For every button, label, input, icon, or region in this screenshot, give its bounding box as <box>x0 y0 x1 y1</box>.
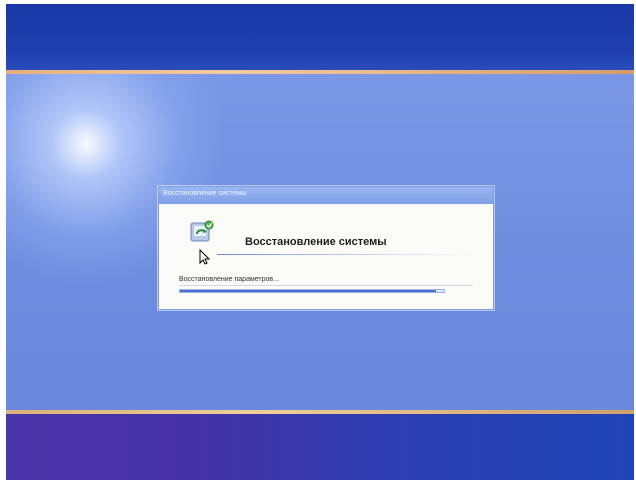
desktop-screen: Восстановление системы Восстановление си… <box>6 4 634 480</box>
mouse-pointer-icon <box>199 248 211 265</box>
dialog-body: Восстановление системы Восстановление па… <box>159 204 493 309</box>
status-divider <box>179 285 473 286</box>
dialog-titlebar: Восстановление системы <box>159 187 493 204</box>
status-text: Восстановление параметров... <box>179 276 279 283</box>
dialog-heading: Восстановление системы <box>245 236 387 248</box>
top-band <box>6 4 634 70</box>
system-restore-icon <box>187 216 217 246</box>
dialog-title: Восстановление системы <box>163 190 247 197</box>
heading-underline <box>217 254 477 255</box>
progress-fill <box>180 290 437 292</box>
bottom-band <box>6 414 634 480</box>
system-restore-dialog: Восстановление системы Восстановление си… <box>158 186 494 310</box>
progress-bar <box>179 289 445 293</box>
